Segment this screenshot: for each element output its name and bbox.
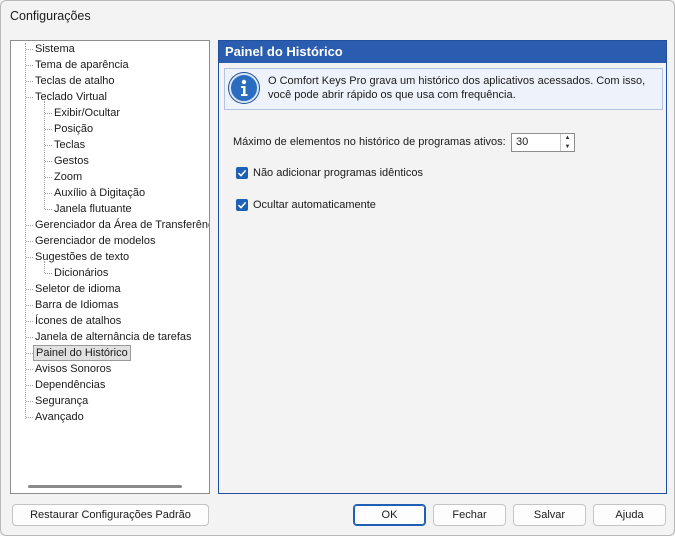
max-elements-label: Máximo de elementos no histórico de prog…	[233, 136, 506, 148]
tree-horizontal-scrollbar[interactable]	[28, 485, 182, 488]
tree-item[interactable]: Avisos Sonoros	[33, 361, 113, 377]
tree-guide-line	[25, 43, 26, 419]
tree-subguide-line	[44, 261, 45, 273]
tree-branch-line	[26, 369, 33, 370]
tree-item[interactable]: Sistema	[33, 41, 77, 57]
tree-branch-line	[26, 241, 33, 242]
auto-hide-label[interactable]: Ocultar automaticamente	[253, 199, 376, 211]
tree-item[interactable]: Segurança	[33, 393, 90, 409]
tree-branch-line	[45, 193, 52, 194]
stepper-down-icon[interactable]: ▼	[561, 143, 574, 151]
tree-branch-line	[45, 209, 52, 210]
tree-branch-line	[45, 161, 52, 162]
tree-branch-line	[26, 385, 33, 386]
tree-item[interactable]: Auxílio à Digitação	[52, 185, 147, 201]
stepper-buttons: ▲ ▼	[560, 134, 574, 151]
close-button[interactable]: Fechar	[433, 504, 506, 526]
auto-hide-checkbox[interactable]	[236, 199, 248, 211]
tree-item[interactable]: Exibir/Ocultar	[52, 105, 122, 121]
help-button[interactable]: Ajuda	[593, 504, 666, 526]
tree-item[interactable]: Zoom	[52, 169, 84, 185]
tree-branch-line	[26, 353, 33, 354]
tree-branch-line	[45, 273, 52, 274]
tree-branch-line	[26, 305, 33, 306]
tree-item[interactable]: Janela flutuante	[52, 201, 134, 217]
tree-branch-line	[26, 225, 33, 226]
tree-branch-line	[26, 97, 33, 98]
tree-subguide-line	[44, 101, 45, 209]
history-panel: Painel do Histórico O Comfort Keys Pro g…	[218, 40, 667, 494]
tree-branch-line	[45, 113, 52, 114]
tree-item[interactable]: Dicionários	[52, 265, 110, 281]
tree-item[interactable]: Teclas de atalho	[33, 73, 117, 89]
tree-item[interactable]: Gerenciador da Área de Transferência	[33, 217, 209, 233]
tree-item[interactable]: Dependências	[33, 377, 107, 393]
window-title: Configurações	[10, 9, 91, 23]
tree-branch-line	[26, 417, 33, 418]
info-box: O Comfort Keys Pro grava um histórico do…	[224, 68, 663, 110]
tree-branch-line	[26, 65, 33, 66]
tree-branch-line	[45, 129, 52, 130]
info-text: O Comfort Keys Pro grava um histórico do…	[268, 75, 646, 101]
no-duplicate-programs-checkbox[interactable]	[236, 167, 248, 179]
tree-item[interactable]: Posição	[52, 121, 95, 137]
tree-branch-line	[26, 337, 33, 338]
tree-item[interactable]: Seletor de idioma	[33, 281, 123, 297]
tree-item[interactable]: Gerenciador de modelos	[33, 233, 157, 249]
tree-item[interactable]: Painel do Histórico	[33, 345, 131, 361]
tree-branch-line	[26, 321, 33, 322]
checkmark-icon	[237, 201, 247, 209]
max-elements-stepper[interactable]: 30 ▲ ▼	[511, 133, 575, 152]
restore-defaults-button[interactable]: Restaurar Configurações Padrão	[12, 504, 209, 526]
tree-item[interactable]: Teclas	[52, 137, 87, 153]
tree-branch-line	[26, 257, 33, 258]
tree-branch-line	[26, 401, 33, 402]
stepper-up-icon[interactable]: ▲	[561, 134, 574, 142]
save-button[interactable]: Salvar	[513, 504, 586, 526]
tree-branch-line	[26, 49, 33, 50]
tree-item[interactable]: Tema de aparência	[33, 57, 131, 73]
tree-item[interactable]: Gestos	[52, 153, 91, 169]
checkmark-icon	[237, 169, 247, 177]
no-duplicate-programs-label[interactable]: Não adicionar programas idênticos	[253, 167, 423, 179]
ok-button[interactable]: OK	[353, 504, 426, 526]
tree-branch-line	[45, 177, 52, 178]
panel-title: Painel do Histórico	[219, 41, 666, 63]
tree-item[interactable]: Ícones de atalhos	[33, 313, 123, 329]
tree-item[interactable]: Janela de alternância de tarefas	[33, 329, 194, 345]
tree-branch-line	[26, 289, 33, 290]
tree-item[interactable]: Sugestões de texto	[33, 249, 131, 265]
tree-branch-line	[26, 81, 33, 82]
tree-item[interactable]: Barra de Idiomas	[33, 297, 121, 313]
tree-item[interactable]: Avançado	[33, 409, 86, 425]
tree-branch-line	[45, 145, 52, 146]
info-icon	[229, 73, 259, 103]
settings-tree[interactable]: Sistema Tema de aparência Teclas de atalho…	[10, 40, 210, 494]
settings-window: Configurações Sistema Tema de aparência Te…	[0, 0, 675, 536]
max-elements-value[interactable]: 30	[516, 136, 528, 148]
